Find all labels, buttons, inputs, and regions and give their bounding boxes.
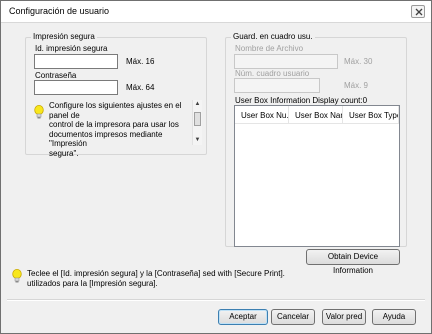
default-value-button[interactable]: Valor pred [322, 309, 366, 325]
user-box-legend: Guard. en cuadro usu. [231, 32, 315, 41]
footer-message: Teclee el [Id. impresión segura] y la [C… [27, 269, 285, 288]
box-number-max: Máx. 9 [344, 81, 369, 90]
scroll-up-icon[interactable]: ▲ [193, 100, 202, 109]
close-icon [415, 8, 423, 16]
secure-print-id-input[interactable] [34, 54, 118, 69]
password-max: Máx. 64 [126, 83, 155, 92]
user-box-list[interactable]: User Box Nu... User Box Name User Box Ty… [234, 105, 400, 247]
user-box-list-header: User Box Nu... User Box Name User Box Ty… [235, 106, 399, 124]
user-box-info-title: User Box Information Display count:0 [235, 96, 368, 105]
cancel-button[interactable]: Cancelar [271, 309, 315, 325]
column-header-box-number[interactable]: User Box Nu... [235, 106, 289, 124]
footer-lightbulb-icon [12, 269, 22, 286]
box-number-label: Núm. cuadro usuario [235, 69, 310, 78]
scroll-down-icon[interactable]: ▼ [193, 136, 202, 145]
footer-separator [7, 299, 425, 301]
secure-print-legend: Impresión segura [31, 32, 97, 41]
secure-print-id-max: Máx. 16 [126, 57, 155, 66]
close-button[interactable] [411, 5, 425, 18]
column-header-box-name[interactable]: User Box Name [289, 106, 343, 124]
window-title: Configuración de usuario [9, 6, 110, 16]
column-header-box-type[interactable]: User Box Type [343, 106, 399, 124]
ok-button[interactable]: Aceptar [218, 309, 268, 325]
secure-print-id-label: Id. impresión segura [35, 44, 108, 53]
box-number-input[interactable] [234, 78, 320, 93]
obtain-device-info-button[interactable]: Obtain Device Information [306, 249, 400, 275]
title-bar: Configuración de usuario [1, 1, 431, 23]
scroll-thumb[interactable] [194, 112, 201, 126]
password-input[interactable] [34, 80, 118, 95]
user-settings-dialog: Configuración de usuario Impresión segur… [0, 0, 432, 334]
filename-label: Nombre de Archivo [235, 44, 304, 53]
help-button[interactable]: Ayuda [372, 309, 416, 325]
password-label: Contraseña [35, 71, 77, 80]
info-scrollbar[interactable]: ▲ ▼ [192, 100, 202, 145]
filename-max: Máx. 30 [344, 57, 373, 66]
secure-print-info: Configure los siguientes ajustes en el p… [49, 101, 182, 158]
lightbulb-icon [34, 105, 44, 122]
filename-input[interactable] [234, 54, 338, 69]
